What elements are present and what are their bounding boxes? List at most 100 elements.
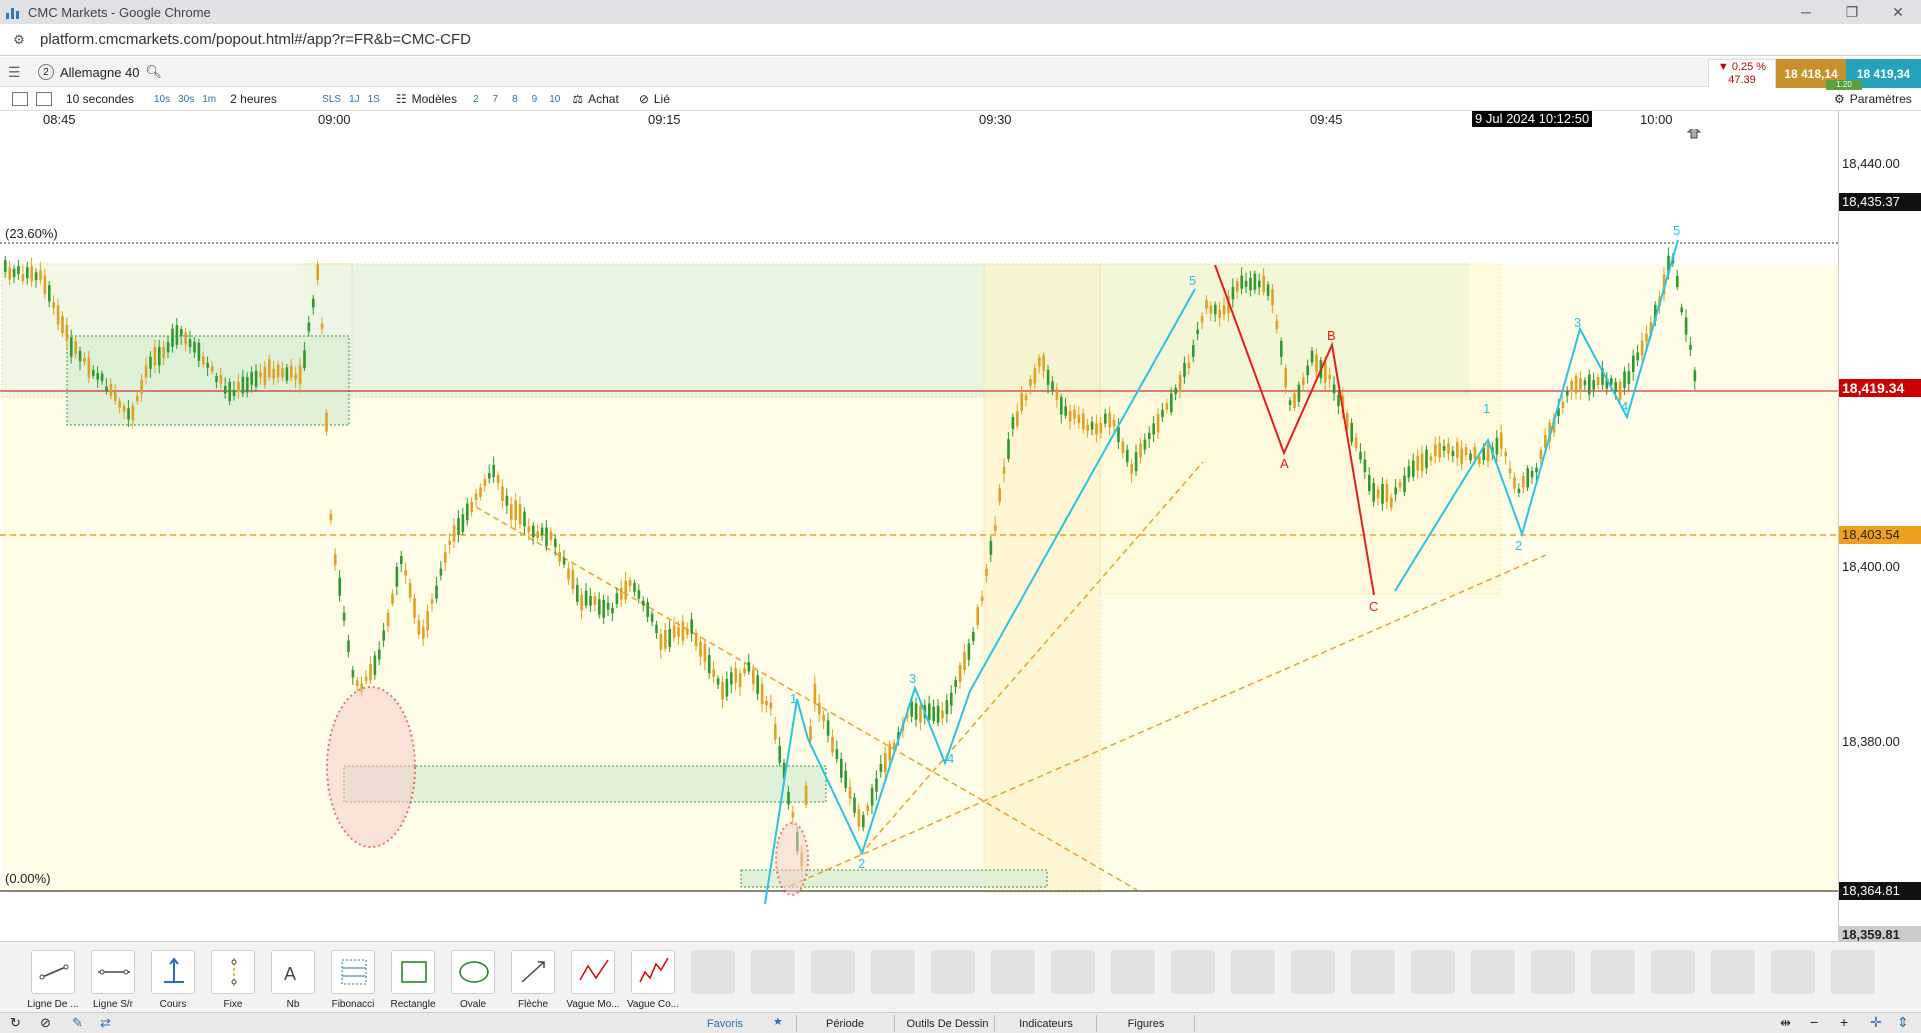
menu-icon[interactable]: ☰ — [8, 64, 24, 80]
candle — [1438, 443, 1441, 458]
price-chart[interactable]: (23.60%) (0.00%) 1 2 3 4 5 A B C 1 2 3 4… — [0, 129, 1838, 941]
candle — [307, 322, 311, 332]
tool-slot-empty[interactable] — [991, 950, 1035, 994]
count-9[interactable]: 9 — [532, 94, 538, 105]
tab-divider — [796, 1015, 797, 1032]
candle — [219, 375, 223, 384]
site-info-icon[interactable]: ⚙ — [8, 29, 30, 51]
tool-trend-line-button[interactable] — [31, 950, 75, 994]
candle — [919, 705, 922, 723]
candle — [1328, 374, 1331, 380]
oval-1 — [326, 686, 416, 848]
buy-toggle[interactable]: ⚖ Achat — [572, 92, 618, 106]
interval-30s[interactable]: 30s — [178, 94, 194, 105]
tool-slot-empty[interactable] — [1771, 950, 1815, 994]
params-button[interactable]: ⚙ Paramètres — [1834, 92, 1912, 106]
candle — [259, 372, 262, 378]
layout-grid-icon[interactable] — [36, 92, 52, 106]
candle — [853, 797, 856, 813]
shuffle-icon[interactable]: ⇄ — [100, 1015, 111, 1031]
interval-10s[interactable]: 10s — [154, 94, 170, 105]
tool-slot-empty[interactable] — [1591, 950, 1635, 994]
models-button[interactable]: ☷ Modèles — [396, 92, 457, 106]
tool-slot-empty[interactable] — [1531, 950, 1575, 994]
candle — [1561, 401, 1565, 409]
range-1s[interactable]: 1S — [368, 94, 380, 105]
tool-slot-empty[interactable] — [1171, 950, 1215, 994]
interval-dropdown[interactable]: 10 secondes — [66, 92, 146, 106]
range-1j[interactable]: 1J — [349, 94, 360, 105]
url-text[interactable]: platform.cmcmarkets.com/popout.html#/app… — [40, 31, 471, 48]
tool-fibonacci-button[interactable] — [331, 950, 375, 994]
count-2[interactable]: 2 — [473, 94, 479, 105]
tab-indicators[interactable]: Indicateurs — [1013, 1016, 1079, 1032]
tool-slot-empty[interactable] — [1051, 950, 1095, 994]
tool-slot-empty[interactable] — [931, 950, 975, 994]
restore-icon[interactable]: ❐ — [1829, 0, 1875, 24]
candle — [1596, 376, 1600, 385]
candle — [303, 350, 306, 368]
address-bar[interactable]: ⚙ platform.cmcmarkets.com/popout.html#/a… — [0, 24, 1921, 56]
tab-figures[interactable]: Figures — [1121, 1016, 1171, 1032]
candle — [1249, 277, 1252, 291]
tool-slot-empty[interactable] — [691, 950, 735, 994]
tool-slot-empty[interactable] — [751, 950, 795, 994]
instrument-selector[interactable]: 2 Allemagne 40 🔍︎ — [38, 62, 162, 82]
range-sls[interactable]: SLS — [322, 94, 341, 105]
tool-oval-button[interactable] — [451, 950, 495, 994]
tool-slot-empty[interactable] — [1411, 950, 1455, 994]
star-icon[interactable]: ★ — [773, 1015, 783, 1028]
tool-slot-empty[interactable] — [1651, 950, 1695, 994]
tool-slot-empty[interactable] — [1111, 950, 1155, 994]
tool-wave-button[interactable] — [571, 950, 615, 994]
tool-wave-complex-button[interactable] — [631, 950, 675, 994]
tool-slot-empty[interactable] — [1471, 950, 1515, 994]
tool-slot-empty[interactable] — [1291, 950, 1335, 994]
tool-price-button[interactable] — [151, 950, 195, 994]
crosshair-icon[interactable]: ✛ — [1870, 1014, 1882, 1031]
wave-complex-icon — [639, 957, 669, 983]
candle — [1020, 393, 1023, 411]
tool-slot-empty[interactable] — [1351, 950, 1395, 994]
fib-top-label: (23.60%) — [5, 226, 58, 241]
tool-text-button[interactable]: A — [271, 950, 315, 994]
minimize-icon[interactable]: ─ — [1783, 0, 1829, 24]
expand-icon[interactable]: ⇕ — [1897, 1014, 1909, 1031]
interval-1m[interactable]: 1m — [202, 94, 216, 105]
tool-slot-empty[interactable] — [1711, 950, 1755, 994]
candle — [1363, 459, 1367, 473]
tool-slot-empty[interactable] — [811, 950, 855, 994]
candle — [1130, 464, 1133, 474]
tab-drawing-tools[interactable]: Outils De Dessin — [900, 1016, 995, 1032]
tool-slot-empty[interactable] — [871, 950, 915, 994]
pencil-icon[interactable]: ✎ — [72, 1015, 83, 1031]
tool-slot-empty[interactable] — [1231, 950, 1275, 994]
home-icon[interactable] — [1686, 129, 1702, 139]
count-10[interactable]: 10 — [549, 94, 560, 105]
tool-sr-line-button[interactable] — [91, 950, 135, 994]
candle — [558, 552, 561, 562]
count-8[interactable]: 8 — [512, 94, 518, 105]
chart-list-icon[interactable] — [12, 92, 28, 106]
tool-slot-empty[interactable] — [1831, 950, 1875, 994]
refresh-icon[interactable]: ↻ — [10, 1015, 21, 1031]
zoom-in-icon[interactable]: + — [1840, 1014, 1848, 1030]
candle — [989, 541, 993, 555]
time-label: 09:15 — [648, 112, 681, 127]
candle — [338, 577, 341, 596]
cancel-icon[interactable]: ⊘ — [40, 1015, 51, 1031]
tab-periode[interactable]: Période — [825, 1016, 865, 1032]
fit-icon[interactable]: ⇹ — [1780, 1015, 1791, 1031]
link-toggle[interactable]: ⊘ Lié — [639, 92, 670, 106]
candle — [611, 607, 614, 614]
tool-fixed-button[interactable] — [211, 950, 255, 994]
tool-arrow-button[interactable] — [511, 950, 555, 994]
search-icon[interactable]: 🔍︎ — [146, 64, 163, 80]
range-dropdown[interactable]: 2 heures — [230, 92, 314, 106]
zoom-out-icon[interactable]: − — [1810, 1014, 1818, 1030]
close-icon[interactable]: ✕ — [1875, 0, 1921, 24]
candle — [567, 568, 570, 580]
tool-rectangle-button[interactable] — [391, 950, 435, 994]
tab-favoris[interactable]: Favoris — [705, 1016, 745, 1032]
count-7[interactable]: 7 — [493, 94, 499, 105]
